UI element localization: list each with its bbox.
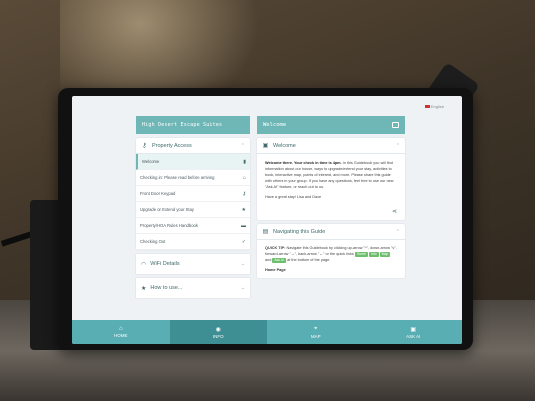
guidebook-title: High Desert Escape Suites [136, 116, 250, 134]
welcome-card-title: Welcome [273, 142, 296, 149]
quick-link-home[interactable]: Home [354, 252, 368, 257]
nav-info[interactable]: ◉ INFO [169, 320, 267, 344]
menu-item-label: Front Door Keypad [140, 191, 176, 196]
book-icon: ▬ [241, 222, 246, 229]
quick-link-info[interactable]: Info [368, 252, 379, 257]
quick-link-map[interactable]: Map [379, 252, 391, 257]
chevron-down-icon: ⌄ [240, 285, 245, 291]
briefcase-icon: ▮ [243, 158, 246, 165]
menu-item-label: Welcome [142, 159, 160, 164]
navigating-text: QUICK TIP: Navigate this Guidebook by cl… [265, 246, 397, 272]
nav-map[interactable]: ⌖ MAP [267, 320, 365, 344]
chevron-down-icon: ⌄ [240, 261, 245, 267]
welcome-body: In this Guidebook you will find informat… [265, 161, 394, 189]
property-access-card: ⚷ Property Access ⌃ Welcome ▮ Checking i… [136, 138, 250, 250]
chat-icon: ▣ [410, 326, 417, 333]
welcome-signoff: Have a great stay! Lisa and Dave [265, 195, 322, 199]
flag-icon [424, 105, 430, 109]
menu-item-label: Checking in: Please read before arriving [140, 175, 215, 180]
tablet-screen: English High Desert Escape Suites ⚷ Prop… [72, 96, 462, 344]
menu-item-upgrade-stay[interactable]: Upgrade or Extend your Stay ★ [136, 202, 250, 218]
menu-item-label: Property/HOA Rules Handbook [140, 223, 198, 228]
bottom-nav: ⌂ HOME ◉ INFO ⌖ MAP ▣ ASK AI [72, 320, 462, 344]
home-icon: ⌂ [242, 174, 246, 181]
share-icon[interactable]: ⋖ [257, 206, 405, 220]
left-column: High Desert Escape Suites ⚷ Property Acc… [136, 116, 250, 324]
language-label: English [430, 104, 444, 109]
nav-home-label: HOME [114, 333, 128, 338]
chevron-up-icon: ⌃ [395, 228, 400, 235]
welcome-text: Welcome there. Your check in time is 4pm… [257, 154, 405, 206]
briefcase-icon [392, 122, 399, 128]
quick-tip-end: at the bottom of the page. [287, 258, 331, 262]
nav-info-label: INFO [212, 333, 224, 339]
how-to-use-title: How to use... [150, 285, 183, 291]
chevron-up-icon: ⌃ [395, 142, 400, 149]
nav-home[interactable]: ⌂ HOME [72, 320, 170, 344]
menu-item-label: Checking Out [140, 239, 166, 244]
menu-item-front-door-keypad[interactable]: Front Door Keypad ⚷ [136, 186, 250, 202]
home-icon: ⌂ [118, 326, 123, 332]
wifi-icon: ◠ [141, 261, 147, 268]
nav-ask-ai-label: ASK AI [406, 333, 421, 339]
nav-ask-ai[interactable]: ▣ ASK AI [365, 320, 463, 344]
menu-item-welcome[interactable]: Welcome ▮ [136, 154, 250, 170]
chevron-up-icon: ⌃ [240, 142, 245, 149]
section-header: Welcome [257, 116, 405, 134]
welcome-card-header[interactable]: ▣ Welcome ⌃ [257, 138, 405, 154]
info-icon: ▤ [262, 229, 269, 235]
welcome-card: ▣ Welcome ⌃ Welcome there. Your check in… [257, 138, 405, 220]
how-to-use-card[interactable]: ★ How to use... ⌄ [136, 278, 250, 298]
nav-map-label: MAP [310, 333, 321, 339]
menu-item-label: Upgrade or Extend your Stay [140, 207, 195, 212]
key-icon: ⚷ [142, 143, 147, 149]
wifi-details-card[interactable]: ◠ WiFi Details ⌄ [136, 254, 250, 274]
section-title: Welcome [263, 122, 287, 128]
property-access-header[interactable]: ⚷ Property Access ⌃ [136, 138, 250, 154]
navigating-card-header[interactable]: ▤ Navigating this Guide ⌃ [257, 224, 405, 240]
star-icon: ★ [141, 285, 147, 292]
quick-link-ask-ai[interactable]: Ask AI [272, 258, 287, 263]
navigating-card-title: Navigating this Guide [273, 228, 326, 235]
menu-item-checking-out[interactable]: Checking Out ✓ [136, 234, 250, 250]
language-selector[interactable]: English [424, 104, 444, 109]
message-icon: ▣ [262, 143, 269, 149]
wifi-title: WiFi Details [150, 261, 180, 267]
map-icon: ⌖ [314, 325, 318, 332]
quick-tip-label: QUICK TIP: [265, 246, 286, 250]
welcome-bold: Welcome there. Your check in time is 4pm… [265, 161, 342, 165]
menu-item-checking-in[interactable]: Checking in: Please read before arriving… [136, 170, 250, 186]
home-page-heading: Home Page [265, 268, 286, 272]
star-icon: ★ [241, 206, 246, 213]
property-access-title: Property Access [152, 142, 192, 149]
key-icon: ⚷ [242, 190, 246, 197]
info-icon: ◉ [215, 326, 221, 333]
navigating-card: ▤ Navigating this Guide ⌃ QUICK TIP: Nav… [257, 224, 405, 278]
right-column: Welcome ▣ Welcome ⌃ Welcome there. Your … [257, 116, 405, 324]
check-icon: ✓ [241, 238, 246, 245]
menu-item-rules-handbook[interactable]: Property/HOA Rules Handbook ▬ [136, 218, 250, 234]
